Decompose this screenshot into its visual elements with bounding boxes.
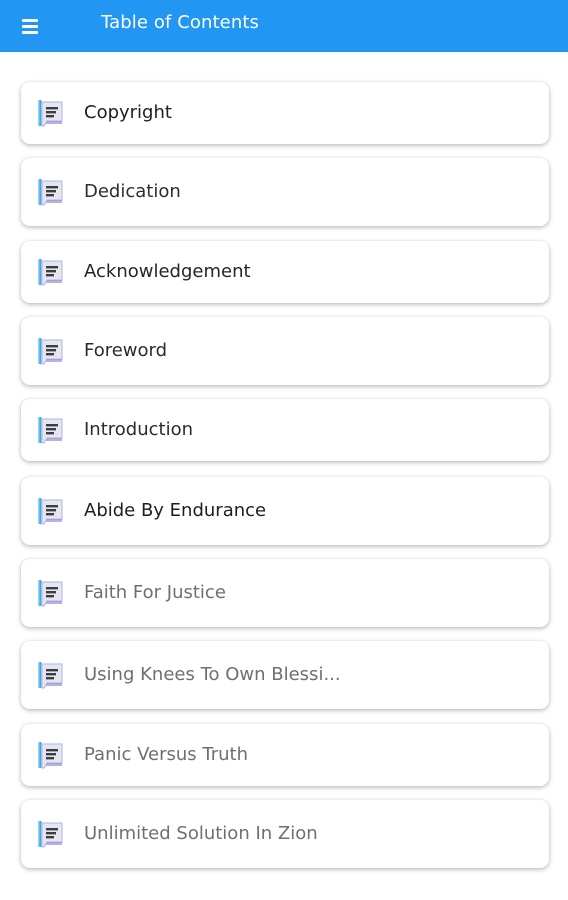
chapter-item[interactable]: Introduction: [21, 399, 549, 461]
chapter-label: Faith For Justice: [84, 582, 226, 603]
chapter-item[interactable]: Using Knees To Own Blessi...: [21, 641, 549, 709]
page-title: Table of Contents: [101, 12, 260, 33]
chapter-book-icon: [35, 176, 67, 208]
chapter-label: Panic Versus Truth: [84, 744, 249, 765]
chapter-item[interactable]: Acknowledgement: [21, 241, 549, 303]
app-bar: Table of Contents: [0, 0, 568, 52]
chapter-item[interactable]: Unlimited Solution In Zion: [21, 800, 549, 868]
chapter-book-icon: [35, 335, 67, 367]
chapter-label: Abide By Endurance: [84, 500, 267, 521]
chapter-book-icon: [35, 414, 67, 446]
hamburger-menu-icon[interactable]: [14, 10, 46, 42]
chapter-book-icon: [35, 256, 67, 288]
chapter-book-icon: [35, 659, 67, 691]
chapter-label: Using Knees To Own Blessi...: [84, 664, 341, 685]
chapter-label: Acknowledgement: [84, 261, 251, 282]
chapter-label: Dedication: [84, 181, 181, 202]
chapter-label: Introduction: [84, 419, 194, 440]
chapter-item[interactable]: Dedication: [21, 158, 549, 226]
chapter-book-icon: [35, 818, 67, 850]
chapter-label: Foreword: [84, 340, 168, 361]
chapter-item[interactable]: Copyright: [21, 82, 549, 144]
chapter-item[interactable]: Faith For Justice: [21, 559, 549, 627]
chapter-book-icon: [35, 97, 67, 129]
chapter-label: Unlimited Solution In Zion: [84, 823, 318, 844]
chapter-item[interactable]: Abide By Endurance: [21, 477, 549, 545]
chapter-label: Copyright: [84, 102, 172, 123]
chapter-item[interactable]: Foreword: [21, 317, 549, 385]
chapter-item[interactable]: Panic Versus Truth: [21, 724, 549, 786]
chapter-book-icon: [35, 577, 67, 609]
chapter-book-icon: [35, 495, 67, 527]
chapter-book-icon: [35, 739, 67, 771]
